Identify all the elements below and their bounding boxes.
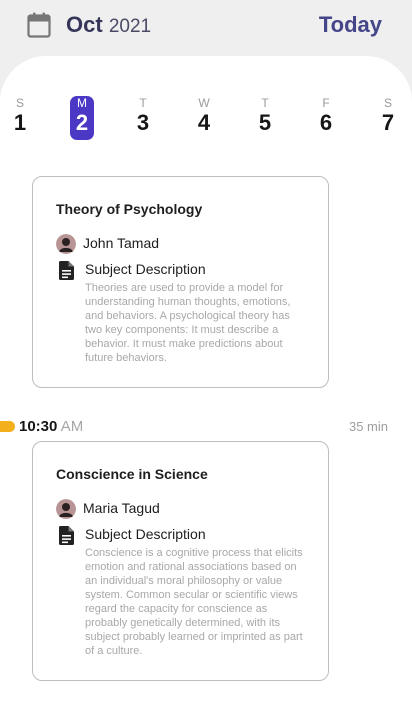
weekday-label: S — [383, 96, 392, 110]
weekday-label: F — [322, 96, 330, 110]
time-meridiem: AM — [60, 418, 84, 435]
month-year-label[interactable]: Oct 2021 — [66, 12, 151, 40]
weekday-label: T — [261, 96, 269, 110]
day-1[interactable]: S 1 — [5, 96, 35, 142]
weekday-label: M — [77, 96, 87, 110]
day-6[interactable]: F 6 — [311, 96, 341, 142]
time-slot-row: 10:30 AM 35 min — [0, 417, 412, 437]
event-card-theory-of-psychology[interactable]: Theory of Psychology John Tamad Subject … — [32, 176, 329, 388]
day-5[interactable]: T 5 — [250, 96, 280, 142]
current-time-marker — [0, 421, 15, 432]
year-label: 2021 — [108, 16, 152, 37]
date-number: 7 — [381, 110, 395, 135]
time-value: 10:30 — [19, 418, 58, 435]
document-icon — [59, 261, 74, 280]
month-label: Oct — [66, 12, 103, 37]
today-button[interactable]: Today — [319, 11, 382, 39]
date-number: 2 — [75, 110, 89, 135]
time-slot-label: 10:30 AM — [19, 418, 83, 436]
date-number: 3 — [136, 110, 150, 135]
weekday-label: W — [198, 96, 210, 110]
document-icon — [59, 526, 74, 545]
avatar — [56, 499, 76, 519]
subject-description-label: Subject Description — [85, 261, 206, 277]
avatar — [56, 234, 76, 254]
day-2-selected[interactable]: M 2 — [67, 96, 97, 142]
subject-description-label: Subject Description — [85, 526, 206, 542]
person-name: John Tamad — [83, 235, 160, 251]
weekday-label: T — [139, 96, 147, 110]
date-number: 6 — [319, 110, 333, 135]
event-duration: 35 min — [348, 419, 388, 434]
date-number: 1 — [13, 110, 27, 135]
event-title: Conscience in Science — [56, 466, 208, 482]
date-number: 4 — [197, 110, 211, 135]
day-4[interactable]: W 4 — [189, 96, 219, 142]
subject-description-text: Theories are used to provide a model for… — [85, 282, 291, 364]
calendar-icon[interactable] — [27, 12, 51, 38]
event-card-conscience-in-science[interactable]: Conscience in Science Maria Tagud Subjec… — [32, 441, 329, 681]
weekday-label: S — [15, 96, 24, 110]
person-name: Maria Tagud — [83, 500, 160, 516]
week-strip: S 1 M 2 T 3 W 4 T 5 F 6 S 7 — [0, 96, 412, 146]
day-3[interactable]: T 3 — [128, 96, 158, 142]
date-number: 5 — [258, 110, 272, 135]
subject-description-text: Conscience is a cognitive process that e… — [85, 547, 303, 657]
event-title: Theory of Psychology — [56, 201, 203, 217]
day-7[interactable]: S 7 — [373, 96, 403, 142]
